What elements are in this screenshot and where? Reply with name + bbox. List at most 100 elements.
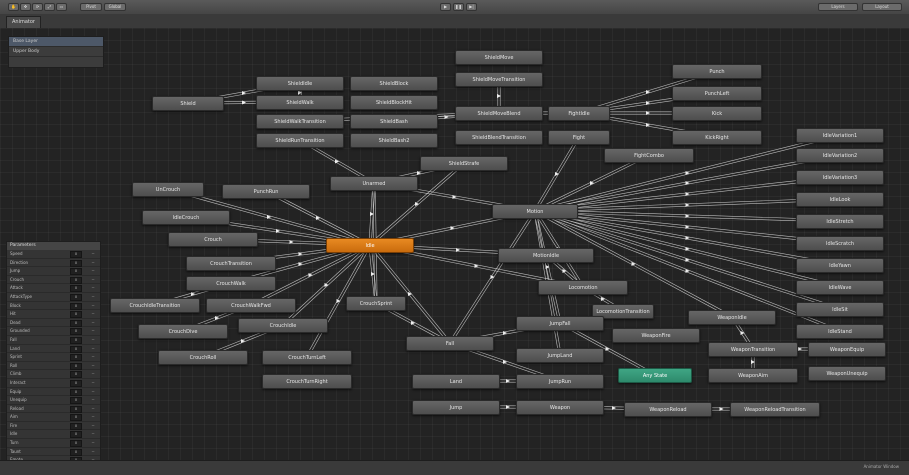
remove-parameter-icon[interactable]: − <box>90 337 96 342</box>
any-state-node[interactable]: Any State <box>618 368 692 383</box>
state-node[interactable]: Weapon <box>516 400 604 415</box>
rect-tool-icon[interactable]: ▭ <box>56 3 67 11</box>
parameter-value-field[interactable]: 0 <box>70 371 82 379</box>
play-icon[interactable]: ▶ <box>440 3 451 11</box>
state-node[interactable]: WeaponFire <box>612 328 700 343</box>
state-node[interactable]: ShieldMove <box>455 50 543 65</box>
step-icon[interactable]: ▶| <box>466 3 477 11</box>
state-node[interactable]: IdleVariation3 <box>796 170 884 185</box>
state-node[interactable]: IdleCrouch <box>142 210 230 225</box>
state-node[interactable]: WeaponEquip <box>808 342 886 357</box>
state-node[interactable]: CrouchWalk <box>186 276 276 291</box>
state-node[interactable]: WeaponTransition <box>708 342 798 357</box>
state-node[interactable]: Shield <box>152 96 224 111</box>
remove-parameter-icon[interactable]: − <box>90 380 96 385</box>
parameter-row[interactable]: Climb 0 − <box>7 370 100 379</box>
parameter-value-field[interactable]: 0 <box>70 448 82 456</box>
parameter-value-field[interactable]: 0 <box>70 259 82 267</box>
state-node[interactable]: JumpFall <box>516 316 604 331</box>
parameter-row[interactable]: Attack 0 − <box>7 284 100 293</box>
remove-parameter-icon[interactable]: − <box>90 389 96 394</box>
remove-parameter-icon[interactable]: − <box>90 328 96 333</box>
state-node[interactable]: FightCombo <box>604 148 694 163</box>
state-node[interactable]: PunchLeft <box>672 86 762 101</box>
parameter-value-field[interactable]: 0 <box>70 302 82 310</box>
layers-dropdown[interactable]: Layers <box>818 3 858 11</box>
parameter-row[interactable]: Fire 0 − <box>7 422 100 431</box>
remove-parameter-icon[interactable]: − <box>90 260 96 265</box>
parameter-row[interactable]: Direction 0 − <box>7 259 100 268</box>
parameter-row[interactable]: AttackType 0 − <box>7 293 100 302</box>
state-node[interactable]: ShieldWalk <box>256 95 344 110</box>
parameter-value-field[interactable]: 0 <box>70 319 82 327</box>
state-node[interactable]: Land <box>412 374 500 389</box>
state-node[interactable]: ShieldMoveBlend <box>455 106 543 121</box>
remove-parameter-icon[interactable]: − <box>90 346 96 351</box>
state-node[interactable]: Crouch <box>168 232 258 247</box>
parameter-value-field[interactable]: 0 <box>70 362 82 370</box>
parameter-row[interactable]: Idle 0 − <box>7 430 100 440</box>
parameter-row[interactable]: Interact 0 − <box>7 379 100 388</box>
state-node[interactable]: CrouchIdle <box>238 318 328 333</box>
parameter-value-field[interactable]: 0 <box>70 388 82 396</box>
parameter-row[interactable]: Unequip 0 − <box>7 396 100 405</box>
state-node[interactable]: ShieldBlockHit <box>350 95 438 110</box>
parameter-row[interactable]: Fall 0 − <box>7 336 100 345</box>
parameter-row[interactable]: Turn 0 − <box>7 439 100 448</box>
state-node[interactable]: FightIdle <box>548 106 610 121</box>
state-node[interactable]: WeaponReloadTransition <box>730 402 820 417</box>
state-node[interactable]: UnCrouch <box>132 182 204 197</box>
parameter-value-field[interactable]: 0 <box>70 431 82 439</box>
remove-parameter-icon[interactable]: − <box>90 303 96 308</box>
remove-parameter-icon[interactable]: − <box>90 371 96 376</box>
parameter-value-field[interactable]: 0 <box>70 285 82 293</box>
state-node[interactable]: Fight <box>548 130 610 145</box>
default-state-node[interactable]: Idle <box>326 238 414 253</box>
state-node[interactable]: IdleYawn <box>796 258 884 273</box>
state-node[interactable]: CrouchTurnLeft <box>262 350 352 365</box>
parameter-row[interactable]: Equip 0 − <box>7 388 100 397</box>
parameter-value-field[interactable]: 0 <box>70 414 82 422</box>
remove-parameter-icon[interactable]: − <box>90 354 96 359</box>
state-node[interactable]: CrouchSprint <box>346 296 406 311</box>
parameter-row[interactable]: Roll 0 − <box>7 362 100 371</box>
parameter-row[interactable]: Reload 0 − <box>7 405 100 414</box>
state-node[interactable]: PunchRun <box>222 184 310 199</box>
remove-parameter-icon[interactable]: − <box>90 285 96 290</box>
state-node[interactable]: ShieldWalkTransition <box>256 114 344 129</box>
parameter-row[interactable]: Speed 0 − <box>7 250 100 259</box>
state-node[interactable]: CrouchTransition <box>186 256 276 271</box>
state-node[interactable]: ShieldIdle <box>256 76 344 91</box>
state-node[interactable]: Punch <box>672 64 762 79</box>
state-node[interactable]: Locomotion <box>538 280 628 295</box>
parameter-value-field[interactable]: 0 <box>70 328 82 336</box>
parameter-row[interactable]: Grounded 0 − <box>7 327 100 336</box>
state-node[interactable]: ShieldBlendTransition <box>455 130 543 145</box>
state-node[interactable]: IdleVariation2 <box>796 148 884 163</box>
state-node[interactable]: IdleWave <box>796 280 884 295</box>
parameter-value-field[interactable]: 0 <box>70 345 82 353</box>
layer-row-upper[interactable]: Upper Body <box>9 47 103 57</box>
state-node[interactable]: IdleStretch <box>796 214 884 229</box>
parameter-value-field[interactable]: 0 <box>70 276 82 284</box>
parameter-row[interactable]: Hit 0 − <box>7 310 100 319</box>
pause-icon[interactable]: ❚❚ <box>453 3 464 11</box>
state-node[interactable]: ShieldMoveTransition <box>455 72 543 87</box>
state-node[interactable]: IdleStand <box>796 324 884 339</box>
remove-parameter-icon[interactable]: − <box>90 414 96 419</box>
state-node[interactable]: ShieldBash2 <box>350 133 438 148</box>
state-node[interactable]: WeaponAim <box>708 368 798 383</box>
parameter-value-field[interactable]: 0 <box>70 293 82 301</box>
state-node[interactable]: ShieldBash <box>350 114 438 129</box>
state-node[interactable]: CrouchDive <box>138 324 228 339</box>
remove-parameter-icon[interactable]: − <box>90 406 96 411</box>
parameter-row[interactable]: Land 0 − <box>7 345 100 354</box>
remove-parameter-icon[interactable]: − <box>90 397 96 402</box>
state-node[interactable]: CrouchRoll <box>158 350 248 365</box>
parameter-value-field[interactable]: 0 <box>70 379 82 387</box>
parameter-row[interactable]: Crouch 0 − <box>7 276 100 285</box>
parameter-value-field[interactable]: 0 <box>70 397 82 405</box>
remove-parameter-icon[interactable]: − <box>90 251 96 256</box>
state-node[interactable]: IdleSit <box>796 302 884 317</box>
remove-parameter-icon[interactable]: − <box>90 320 96 325</box>
